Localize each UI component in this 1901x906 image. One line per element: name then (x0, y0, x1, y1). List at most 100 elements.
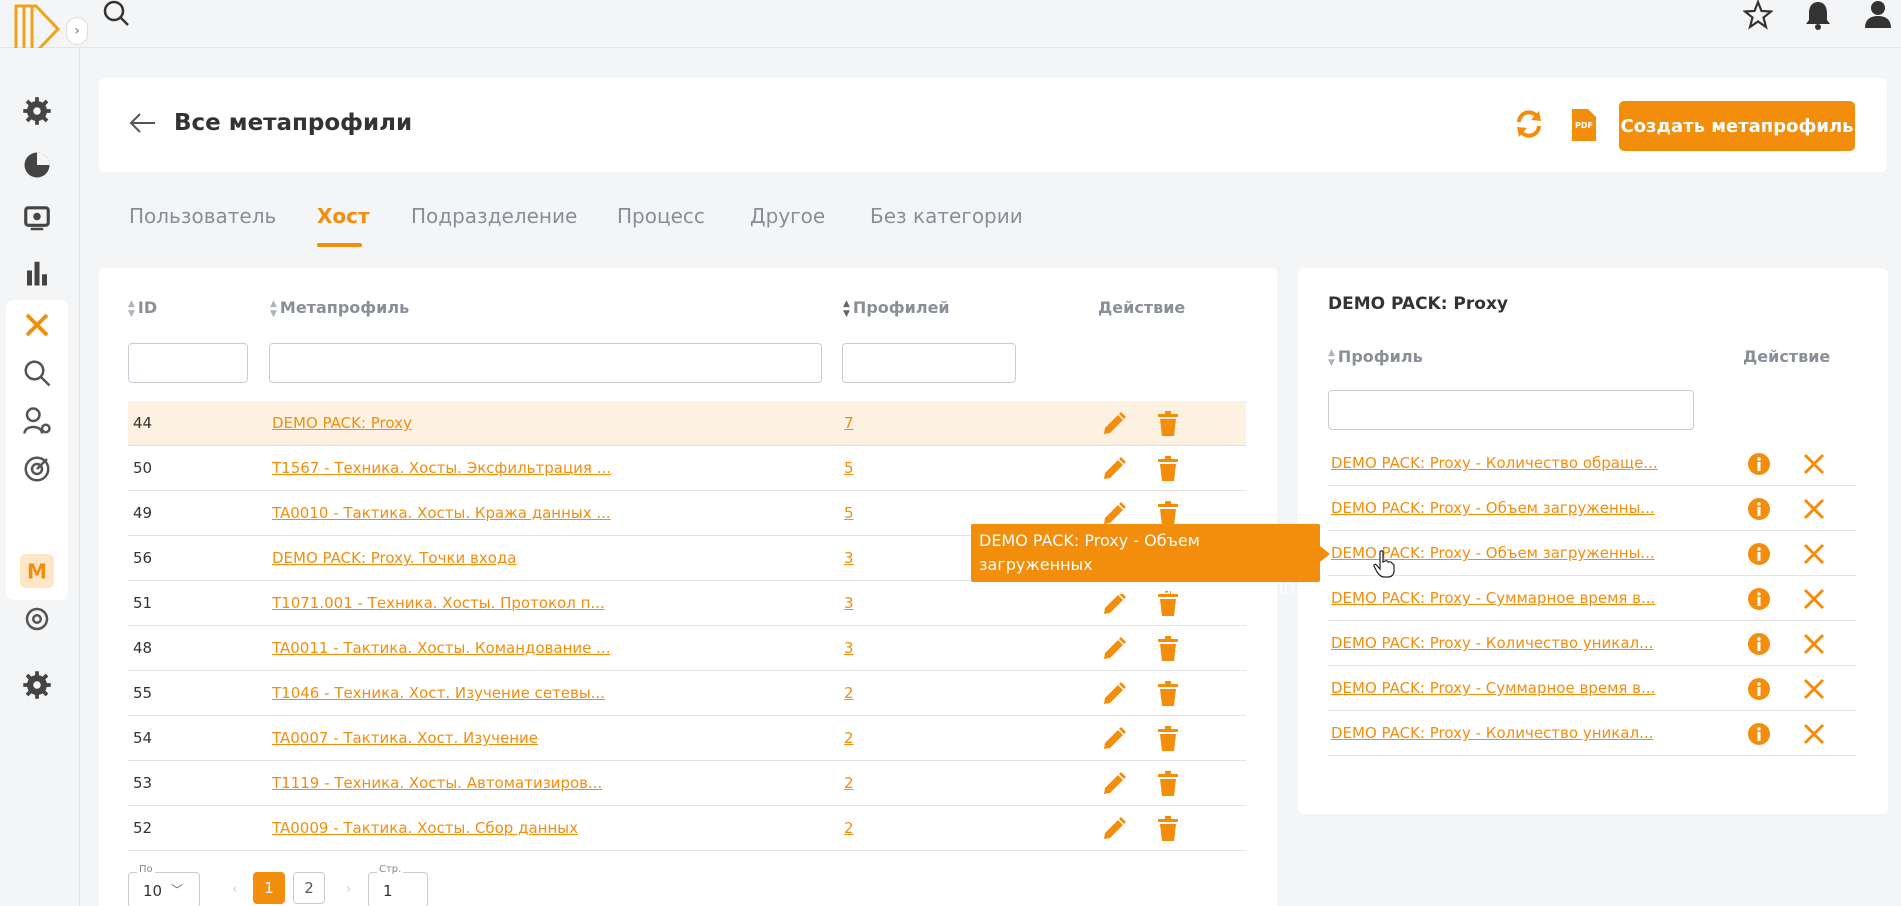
page-number-input[interactable]: Стр. 1 (368, 864, 428, 906)
close-icon[interactable] (1802, 722, 1826, 746)
gear-icon[interactable] (22, 96, 52, 126)
chart-pie-icon[interactable] (22, 150, 52, 180)
cog-group-icon[interactable] (22, 670, 52, 700)
metaprofile-link[interactable]: TA0011 - Тактика. Хосты. Командование ..… (272, 639, 610, 657)
profile-row[interactable]: DEMO PACK: Proxy - Количество уникал... (1328, 711, 1856, 756)
profiles-count-link[interactable]: 3 (844, 639, 854, 657)
profiles-count-link[interactable]: 7 (844, 414, 854, 432)
table-row[interactable]: 52 TA0009 - Тактика. Хосты. Сбор данных 2 (128, 806, 1246, 851)
metaprofile-link[interactable]: T1071.001 - Техника. Хосты. Протокол п..… (272, 594, 605, 612)
tab-uncategorized[interactable]: Без категории (870, 204, 1023, 228)
close-icon[interactable] (1802, 677, 1826, 701)
monitor-icon[interactable] (22, 204, 52, 234)
info-icon[interactable] (1747, 542, 1771, 566)
profile-link[interactable]: DEMO PACK: Proxy - Количество обраще... (1331, 454, 1658, 472)
edit-icon[interactable] (1101, 636, 1127, 662)
column-header-profiles[interactable]: ▲ ▼ Профилей (843, 298, 950, 319)
filter-profile-input[interactable] (1328, 390, 1694, 430)
column-header-id[interactable]: ▲ ▼ ID (128, 298, 157, 319)
back-arrow-icon[interactable] (129, 112, 157, 134)
page-button-2[interactable]: 2 (293, 872, 325, 904)
next-page-icon[interactable]: › (346, 882, 351, 897)
profiles-count-link[interactable]: 2 (844, 729, 854, 747)
edit-icon[interactable] (1101, 816, 1127, 842)
metaprofile-link[interactable]: TA0009 - Тактика. Хосты. Сбор данных (272, 819, 578, 837)
filter-metaprofile-input[interactable] (269, 343, 822, 383)
close-icon[interactable] (1802, 452, 1826, 476)
settings-gear-icon[interactable] (22, 604, 52, 634)
info-icon[interactable] (1747, 587, 1771, 611)
info-icon[interactable] (1747, 497, 1771, 521)
create-metaprofile-button[interactable]: Создать метапрофиль (1619, 101, 1855, 151)
filter-id-input[interactable] (128, 343, 248, 383)
column-header-profile[interactable]: ▲ ▼ Профиль (1328, 347, 1423, 368)
profiles-count-link[interactable]: 3 (844, 549, 854, 567)
user-icon[interactable] (1863, 0, 1893, 30)
profiles-count-link[interactable]: 3 (844, 594, 854, 612)
edit-icon[interactable] (1101, 411, 1127, 437)
tools-icon[interactable] (22, 310, 52, 340)
metaprofile-link[interactable]: T1119 - Техника. Хосты. Автоматизиров... (272, 774, 602, 792)
profiles-count-link[interactable]: 5 (844, 504, 854, 522)
edit-icon[interactable] (1101, 681, 1127, 707)
trash-icon[interactable] (1156, 681, 1180, 707)
user-settings-icon[interactable] (22, 406, 52, 436)
page-button-1[interactable]: 1 (253, 872, 285, 904)
tab-host[interactable]: Хост (317, 204, 370, 228)
column-header-metaprofile[interactable]: ▲ ▼ Метапрофиль (270, 298, 409, 319)
close-icon[interactable] (1802, 497, 1826, 521)
search-icon[interactable] (101, 0, 131, 30)
edit-icon[interactable] (1101, 771, 1127, 797)
profiles-count-link[interactable]: 5 (844, 459, 854, 477)
metaprofile-link[interactable]: T1046 - Техника. Хост. Изучение сетевы..… (272, 684, 605, 702)
profile-row[interactable]: DEMO PACK: Proxy - Количество уникал... (1328, 621, 1856, 666)
prev-page-icon[interactable]: ‹ (232, 882, 237, 897)
profiles-count-link[interactable]: 2 (844, 819, 854, 837)
trash-icon[interactable] (1156, 636, 1180, 662)
info-icon[interactable] (1747, 632, 1771, 656)
tab-user[interactable]: Пользователь (129, 204, 276, 228)
edit-icon[interactable] (1101, 726, 1127, 752)
metaprofile-icon[interactable]: M (22, 556, 52, 586)
refresh-icon[interactable] (1513, 108, 1545, 140)
profile-link[interactable]: DEMO PACK: Proxy - Суммарное время в... (1331, 679, 1655, 697)
logo-icon[interactable] (14, 4, 60, 54)
info-icon[interactable] (1747, 677, 1771, 701)
search-zoom-icon[interactable] (22, 358, 52, 388)
profile-link[interactable]: DEMO PACK: Proxy - Количество уникал... (1331, 634, 1653, 652)
close-icon[interactable] (1802, 632, 1826, 656)
star-icon[interactable] (1743, 0, 1773, 30)
profile-row[interactable]: DEMO PACK: Proxy - Объем загруженны... (1328, 486, 1856, 531)
bar-chart-icon[interactable] (22, 258, 52, 288)
profiles-count-link[interactable]: 2 (844, 774, 854, 792)
profile-row[interactable]: DEMO PACK: Proxy - Суммарное время в... (1328, 576, 1856, 621)
close-icon[interactable] (1802, 587, 1826, 611)
profile-row[interactable]: DEMO PACK: Proxy - Суммарное время в... (1328, 666, 1856, 711)
metaprofile-link[interactable]: DEMO PACK: Proxy. Точки входа (272, 549, 516, 567)
table-row[interactable]: 48 TA0011 - Тактика. Хосты. Командование … (128, 626, 1246, 671)
profile-link[interactable]: DEMO PACK: Proxy - Количество уникал... (1331, 724, 1653, 742)
profile-row[interactable]: DEMO PACK: Proxy - Объем загруженны... (1328, 531, 1856, 576)
profile-link[interactable]: DEMO PACK: Proxy - Суммарное время в... (1331, 589, 1655, 607)
metaprofile-link[interactable]: TA0007 - Тактика. Хост. Изучение (272, 729, 538, 747)
filter-profiles-input[interactable] (842, 343, 1016, 383)
table-row[interactable]: 54 TA0007 - Тактика. Хост. Изучение 2 (128, 716, 1246, 761)
metaprofile-link[interactable]: T1567 - Техника. Хосты. Эксфильтрация ..… (272, 459, 611, 477)
metaprofile-link[interactable]: TA0010 - Тактика. Хосты. Кража данных ..… (272, 504, 611, 522)
table-row[interactable]: 53 T1119 - Техника. Хосты. Автоматизиров.… (128, 761, 1246, 806)
per-page-select[interactable]: По 10 ﹀ (128, 864, 200, 906)
edit-icon[interactable] (1101, 456, 1127, 482)
info-icon[interactable] (1747, 722, 1771, 746)
tab-process[interactable]: Процесс (617, 204, 705, 228)
tab-other[interactable]: Другое (750, 204, 825, 228)
trash-icon[interactable] (1156, 411, 1180, 437)
trash-icon[interactable] (1156, 771, 1180, 797)
profile-row[interactable]: DEMO PACK: Proxy - Количество обраще... (1328, 441, 1856, 486)
trash-icon[interactable] (1156, 816, 1180, 842)
trash-icon[interactable] (1156, 726, 1180, 752)
tab-department[interactable]: Подразделение (411, 204, 577, 228)
trash-icon[interactable] (1156, 456, 1180, 482)
pdf-icon[interactable]: PDF (1569, 108, 1599, 142)
metaprofile-link[interactable]: DEMO PACK: Proxy (272, 414, 412, 432)
profiles-count-link[interactable]: 2 (844, 684, 854, 702)
